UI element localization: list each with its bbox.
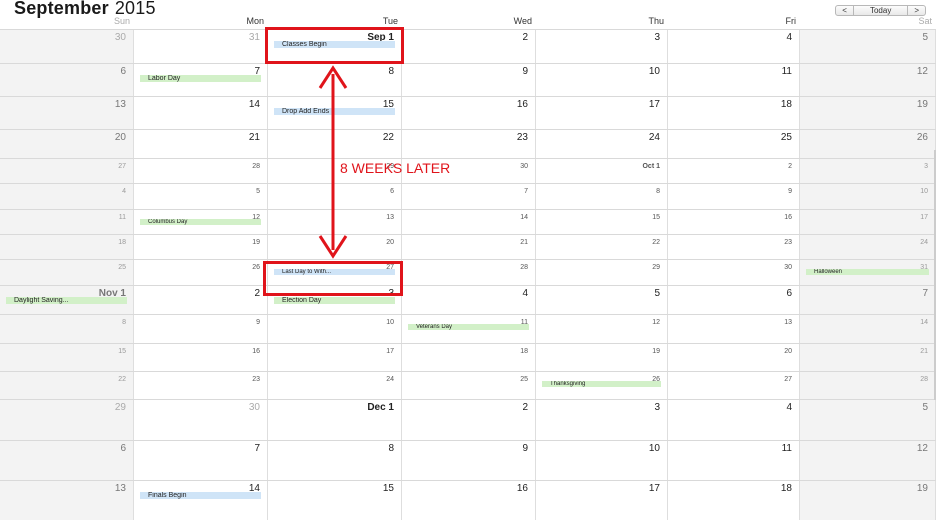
double-arrow — [318, 65, 348, 259]
annotation-text: 8 WEEKS LATER — [340, 160, 451, 176]
